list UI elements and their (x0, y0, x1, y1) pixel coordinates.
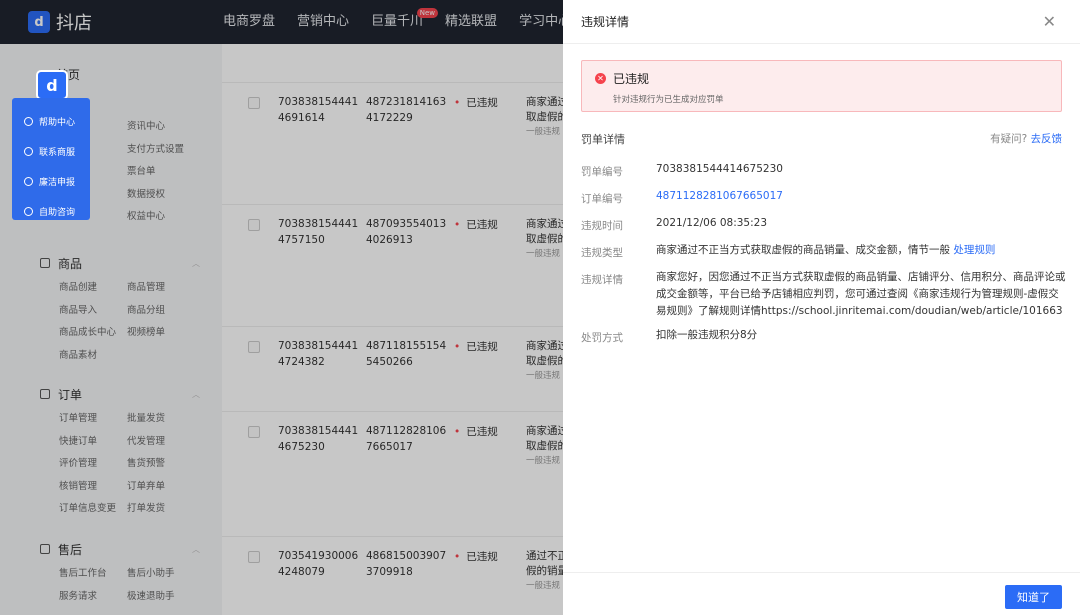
detail-label: 罚单编号 (581, 166, 623, 178)
ok-button[interactable]: 知道了 (1005, 585, 1062, 609)
help-item-contact[interactable]: 联系商服 (12, 136, 90, 166)
help-logo-icon[interactable]: d (36, 70, 68, 100)
drawer-header: 违规详情 (563, 0, 1080, 44)
detail-value: 商家您好，因您通过不正当方式获取虚假的商品销量、店铺评分、信用积分、商品评论或成… (656, 271, 1066, 317)
feedback-question: 有疑问? (990, 133, 1028, 145)
detail-label: 处罚方式 (581, 332, 623, 344)
error-icon: ✕ (595, 73, 606, 84)
detail-label: 订单编号 (581, 193, 623, 205)
help-item-report[interactable]: 廉洁申报 (12, 166, 90, 196)
help-item-self-service[interactable]: 自助咨询 (12, 196, 90, 226)
headset-icon (24, 146, 33, 156)
alert-subtitle: 针对违规行为已生成对应罚单 (613, 95, 724, 105)
detail-value: 2021/12/06 08:35:23 (656, 217, 768, 229)
alert-title: 已违规 (613, 72, 650, 86)
chat-icon (24, 206, 33, 216)
detail-label: 违规时间 (581, 220, 623, 232)
drawer-title: 违规详情 (581, 15, 630, 29)
violation-detail-drawer: 违规详情 ✕ ✕ 已违规 针对违规行为已生成对应罚单 罚单详情 有疑问? 去反馈… (563, 0, 1080, 615)
feedback: 有疑问? 去反馈 (990, 131, 1062, 146)
close-icon[interactable]: ✕ (1043, 12, 1056, 31)
modal-overlay[interactable] (0, 0, 563, 615)
section-title: 罚单详情 (581, 133, 625, 146)
violation-alert: ✕ 已违规 针对违规行为已生成对应罚单 (581, 60, 1062, 112)
detail-value: 扣除一般违规积分8分 (656, 329, 758, 341)
order-no-link[interactable]: 4871128281067665017 (656, 188, 1066, 205)
help-item-help-center[interactable]: 帮助中心 (12, 106, 90, 136)
alert-icon (24, 176, 33, 186)
detail-label: 违规类型 (581, 247, 623, 259)
help-panel: 帮助中心 联系商服 廉洁申报 自助咨询 (12, 98, 90, 220)
book-icon (24, 116, 33, 126)
drawer-footer: 知道了 (563, 572, 1080, 615)
rule-link[interactable]: 处理规则 (953, 244, 995, 256)
detail-value: 商家通过不正当方式获取虚假的商品销量、成交金额，情节一般 处理规则 (656, 244, 996, 256)
detail-value: 7038381544414675230 (656, 163, 783, 175)
detail-label: 违规详情 (581, 274, 623, 286)
feedback-link[interactable]: 去反馈 (1031, 133, 1063, 145)
